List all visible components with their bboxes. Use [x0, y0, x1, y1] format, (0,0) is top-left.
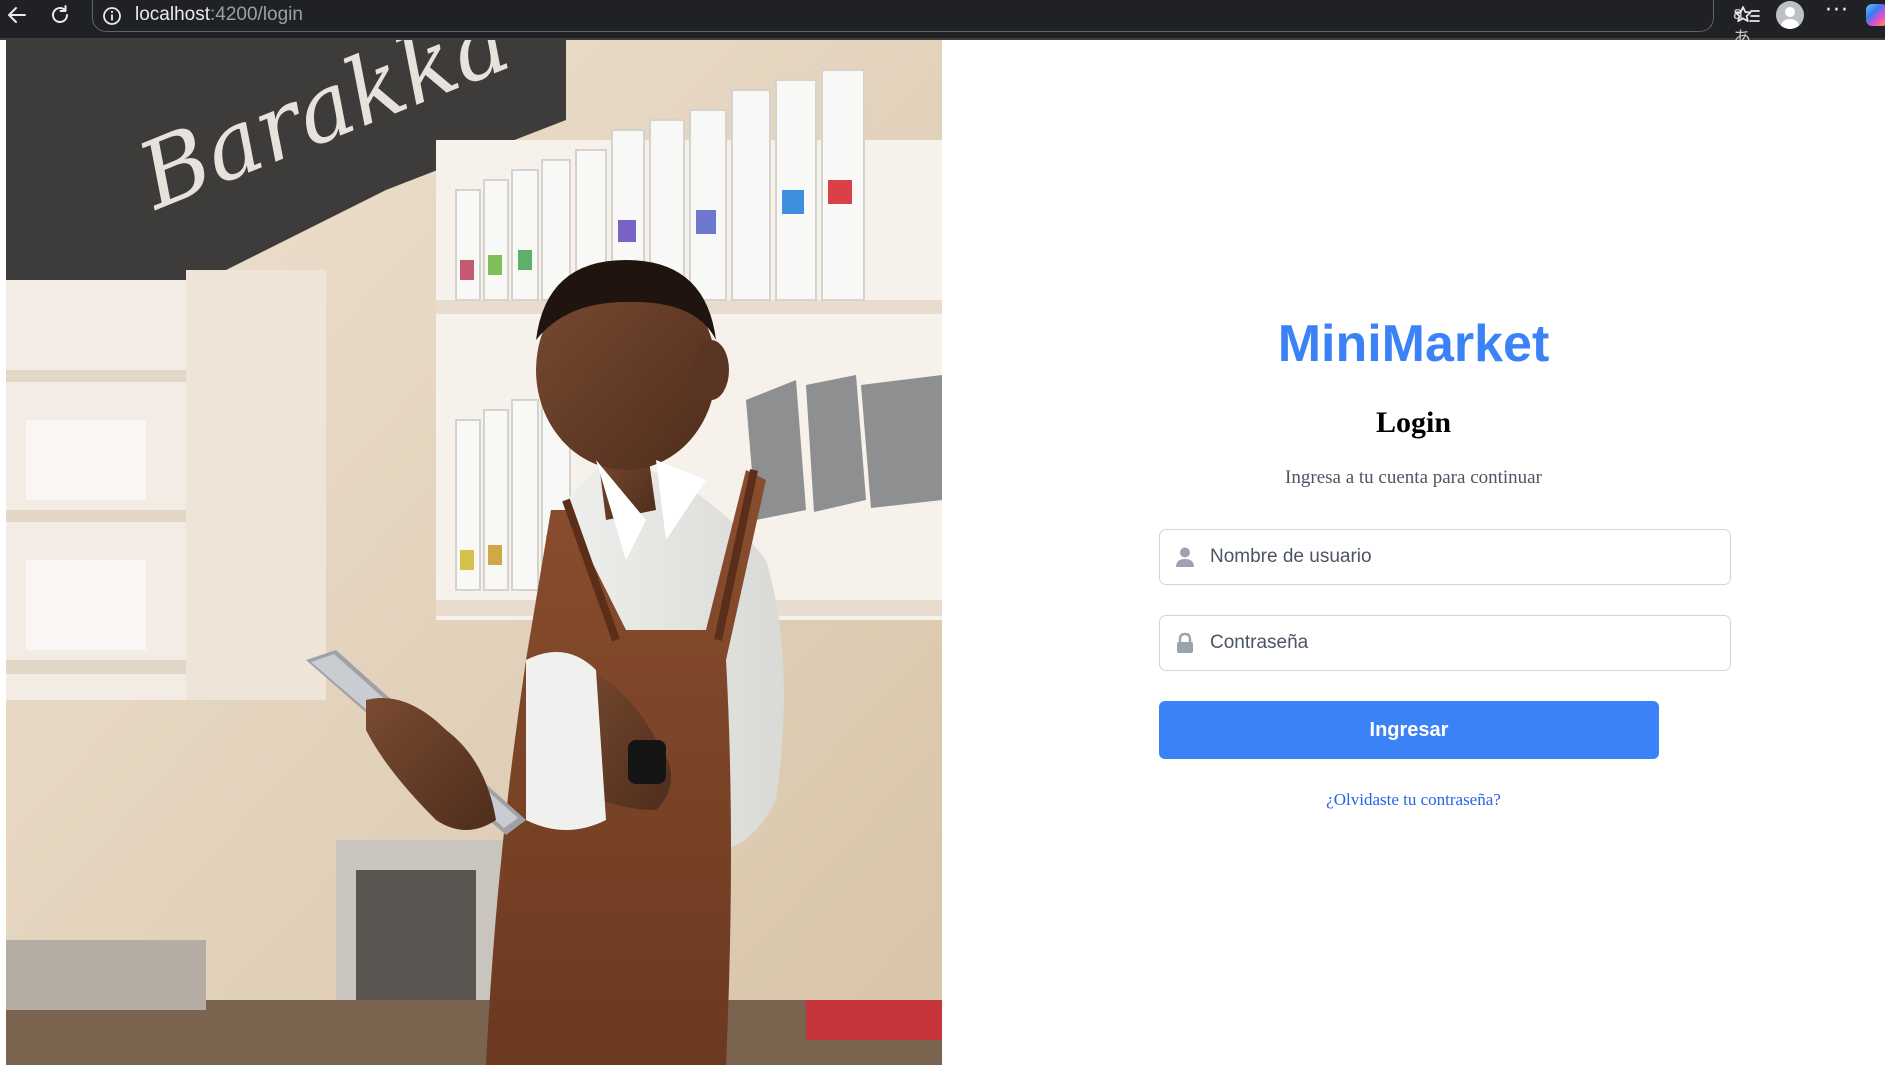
username-field[interactable]: [1159, 529, 1731, 585]
url-path: :4200/login: [210, 4, 303, 25]
hero-image: Barakka: [6, 40, 942, 1065]
copilot-icon[interactable]: [1866, 4, 1885, 26]
password-field[interactable]: [1159, 615, 1731, 671]
forgot-password-link[interactable]: ¿Olvidaste tu contraseña?: [942, 790, 1885, 810]
username-input[interactable]: [1210, 530, 1710, 584]
reload-icon[interactable]: [44, 0, 76, 30]
lock-icon: [1174, 632, 1196, 654]
profile-avatar-icon[interactable]: [1776, 1, 1804, 29]
password-input[interactable]: [1210, 616, 1710, 670]
brand-title: MiniMarket: [1277, 315, 1550, 373]
login-panel: MiniMarket Login Ingresa a tu cuenta par…: [942, 40, 1885, 1065]
favorites-icon[interactable]: [1732, 1, 1762, 31]
url-text[interactable]: localhost:4200/login: [135, 4, 303, 26]
url-host: localhost: [135, 4, 210, 25]
user-icon: [1174, 546, 1196, 568]
login-subtitle: Ingresa a tu cuenta para continuar: [1285, 467, 1542, 488]
browser-toolbar: localhost:4200/login aあ ···: [0, 0, 1885, 48]
site-info-icon[interactable]: [101, 5, 123, 27]
login-submit-button[interactable]: Ingresar: [1159, 701, 1659, 759]
login-heading: Login: [1375, 406, 1452, 439]
more-menu-icon[interactable]: ···: [1820, 0, 1854, 28]
page: Barakka MiniMarket Login Ingresa a tu cu…: [0, 40, 1885, 1065]
address-bar[interactable]: localhost:4200/login aあ: [92, 0, 1798, 48]
back-arrow-icon[interactable]: [2, 0, 32, 30]
